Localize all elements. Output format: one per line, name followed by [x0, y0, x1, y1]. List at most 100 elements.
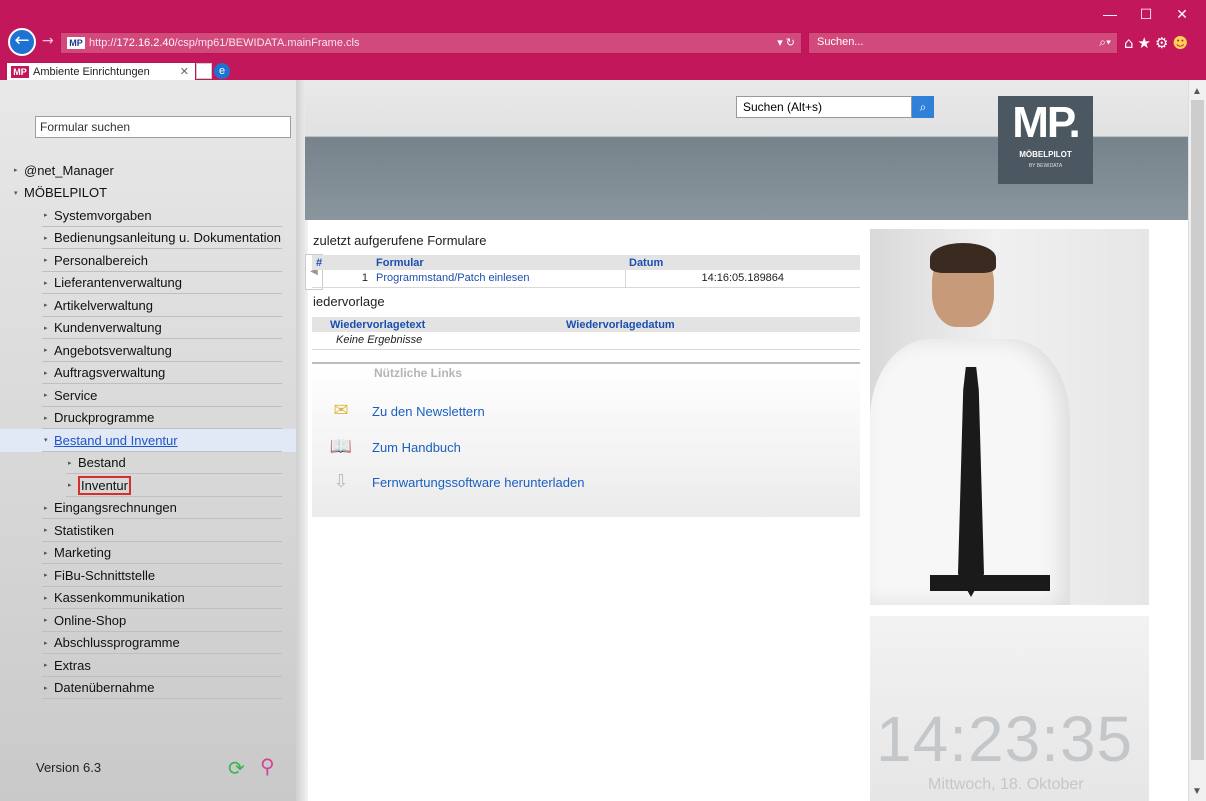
row-form-link[interactable]: Programmstand/Patch einlesen: [372, 270, 625, 288]
sidebar-item[interactable]: ▸ Personalbereich: [0, 249, 296, 272]
sidebar-item-label[interactable]: Kassenkommunikation: [54, 590, 185, 605]
forward-button[interactable]: →: [42, 33, 54, 49]
collapsed-triangle-icon: ▸: [44, 527, 48, 535]
empty-results: Keine Ergebnisse: [312, 332, 860, 350]
vertical-scrollbar[interactable]: ▲ ▼: [1188, 80, 1206, 801]
sidebar-item[interactable]: ▸ Datenübernahme: [0, 677, 296, 700]
expanded-triangle-icon: ▾: [14, 189, 18, 197]
maximize-button[interactable]: ☐: [1128, 6, 1164, 22]
sidebar-item-label[interactable]: Inventur: [78, 475, 131, 495]
sidebar-item-label[interactable]: @net_Manager: [24, 163, 114, 178]
sidebar-item[interactable]: ▸ Kassenkommunikation: [0, 587, 296, 610]
sidebar-item[interactable]: ▸ Extras: [0, 654, 296, 677]
scroll-thumb[interactable]: [1191, 100, 1204, 760]
sidebar-item-label[interactable]: Personalbereich: [54, 253, 148, 268]
sidebar-item[interactable]: ▸ Bestand: [0, 452, 296, 475]
search-icon[interactable]: ⌕▾: [1099, 35, 1111, 50]
sidebar-item-label[interactable]: Auftragsverwaltung: [54, 365, 165, 380]
browser-tab-ambiente[interactable]: MP Ambiente Einrichtungen ✕: [6, 62, 196, 80]
tab-close-icon[interactable]: ✕: [180, 65, 189, 78]
sidebar-item-label[interactable]: Extras: [54, 658, 91, 673]
sidebar-item[interactable]: ▸ Bedienungsanleitung u. Dokumentation: [0, 227, 296, 250]
browser-toolbar: ⌂★⚙☻: [1124, 34, 1192, 52]
sidebar-item[interactable]: ▸ Systemvorgaben: [0, 204, 296, 227]
sidebar-item-label[interactable]: Datenübernahme: [54, 680, 154, 695]
sidebar-item[interactable]: ▸ Eingangsrechnungen: [0, 497, 296, 520]
sidebar-item[interactable]: ▸ Inventur: [0, 474, 296, 497]
sidebar-item-label[interactable]: Druckprogramme: [54, 410, 154, 425]
col-header-resub-date[interactable]: Wiedervorlagedatum: [562, 317, 860, 332]
sidebar-item[interactable]: ▸ Lieferantenverwaltung: [0, 272, 296, 295]
sidebar-item-label[interactable]: Abschlussprogramme: [54, 635, 180, 650]
col-header-date[interactable]: Datum: [625, 255, 860, 270]
version-label: Version 6.3: [36, 760, 102, 775]
sidebar-item[interactable]: ▸ Druckprogramme: [0, 407, 296, 430]
link-manual[interactable]: 📖 Zum Handbuch: [328, 434, 461, 460]
sidebar-item-label[interactable]: Online-Shop: [54, 613, 126, 628]
sidebar-item-label[interactable]: MÖBELPILOT: [24, 185, 107, 200]
address-bar[interactable]: MP http:// 172.16.2.40 /csp/mp61/BEWIDAT…: [60, 32, 802, 54]
sidebar-item[interactable]: ▸ Marketing: [0, 542, 296, 565]
sidebar-item[interactable]: ▸ Online-Shop: [0, 609, 296, 632]
refresh-icon[interactable]: ⟳: [228, 756, 245, 780]
sidebar-item-label[interactable]: Service: [54, 388, 97, 403]
sidebar-item-label[interactable]: Systemvorgaben: [54, 208, 152, 223]
collapsed-triangle-icon: ▸: [44, 549, 48, 557]
scroll-up-icon[interactable]: ▲: [1192, 86, 1202, 97]
search-button[interactable]: ⌕: [912, 96, 934, 118]
sidebar-item-label[interactable]: Artikelverwaltung: [54, 298, 153, 313]
link-label[interactable]: Fernwartungssoftware herunterladen: [372, 475, 584, 490]
collapsed-triangle-icon: ▸: [44, 639, 48, 647]
search-icon: ⌕: [919, 100, 927, 114]
link-remote-download[interactable]: ⇩ Fernwartungssoftware herunterladen: [328, 469, 584, 495]
sidebar-item[interactable]: ▸ Angebotsverwaltung: [0, 339, 296, 362]
link-label[interactable]: Zum Handbuch: [372, 440, 461, 455]
close-window-button[interactable]: ✕: [1164, 6, 1200, 22]
sidebar-item[interactable]: ▸ Kundenverwaltung: [0, 317, 296, 340]
back-button[interactable]: ←: [8, 28, 36, 56]
sidebar-item[interactable]: ▸ FiBu-Schnittstelle: [0, 564, 296, 587]
internet-explorer-icon[interactable]: e: [214, 63, 230, 79]
sidebar-item-label[interactable]: Kundenverwaltung: [54, 320, 162, 335]
collapsed-triangle-icon: ▸: [44, 572, 48, 580]
form-search-input[interactable]: [35, 116, 291, 138]
sidebar-item-label[interactable]: Statistiken: [54, 523, 114, 538]
refresh-icon[interactable]: ▾ ↻: [777, 36, 795, 49]
pin-icon[interactable]: ⚲: [260, 754, 275, 778]
col-header-resub-text[interactable]: Wiedervorlagetext: [312, 317, 562, 332]
logo-mp-text: MP.: [1012, 98, 1081, 147]
sidebar-item[interactable]: ▾ Bestand und Inventur: [0, 429, 296, 452]
favorites-star-icon[interactable]: ★: [1138, 34, 1155, 52]
sidebar-item[interactable]: ▸ Abschlussprogramme: [0, 632, 296, 655]
sidebar-item[interactable]: ▸ Auftragsverwaltung: [0, 362, 296, 385]
col-header-form[interactable]: Formular: [372, 255, 625, 270]
sidebar-item-label[interactable]: FiBu-Schnittstelle: [54, 568, 155, 583]
sidebar-item[interactable]: ▸ Artikelverwaltung: [0, 294, 296, 317]
minimize-button[interactable]: —: [1092, 6, 1128, 22]
sidebar-item-label[interactable]: Bestand: [78, 455, 126, 470]
row-num: 1: [312, 270, 372, 288]
home-icon[interactable]: ⌂: [1124, 34, 1138, 52]
sidebar-item[interactable]: ▸ Service: [0, 384, 296, 407]
businessman-photo: [870, 229, 1149, 605]
settings-gear-icon[interactable]: ⚙: [1155, 34, 1172, 52]
scroll-down-icon[interactable]: ▼: [1192, 786, 1202, 797]
sidebar-item-label[interactable]: Eingangsrechnungen: [54, 500, 177, 515]
sidebar-item[interactable]: ▸ @net_Manager: [0, 159, 296, 182]
sidebar-item[interactable]: ▾ MÖBELPILOT: [0, 182, 296, 205]
col-header-num: #: [312, 255, 372, 270]
sidebar-item-label[interactable]: Bedienungsanleitung u. Dokumentation: [54, 230, 281, 245]
main-search-input[interactable]: [736, 96, 912, 118]
link-label[interactable]: Zu den Newslettern: [372, 404, 485, 419]
link-newsletter[interactable]: ✉ Zu den Newslettern: [328, 398, 485, 424]
sidebar-item[interactable]: ▸ Statistiken: [0, 519, 296, 542]
sidebar-item-label[interactable]: Marketing: [54, 545, 111, 560]
sidebar-item-label[interactable]: Angebotsverwaltung: [54, 343, 172, 358]
table-row[interactable]: 1 Programmstand/Patch einlesen 14:16:05.…: [312, 270, 860, 288]
sidebar-item-label[interactable]: Bestand und Inventur: [54, 433, 178, 448]
collapsed-triangle-icon: ▸: [44, 684, 48, 692]
sidebar-item-label[interactable]: Lieferantenverwaltung: [54, 275, 182, 290]
feedback-smiley-icon[interactable]: ☻: [1172, 34, 1192, 52]
browser-search-field[interactable]: Suchen... ⌕▾: [808, 32, 1118, 54]
new-tab-icon[interactable]: [196, 63, 212, 79]
